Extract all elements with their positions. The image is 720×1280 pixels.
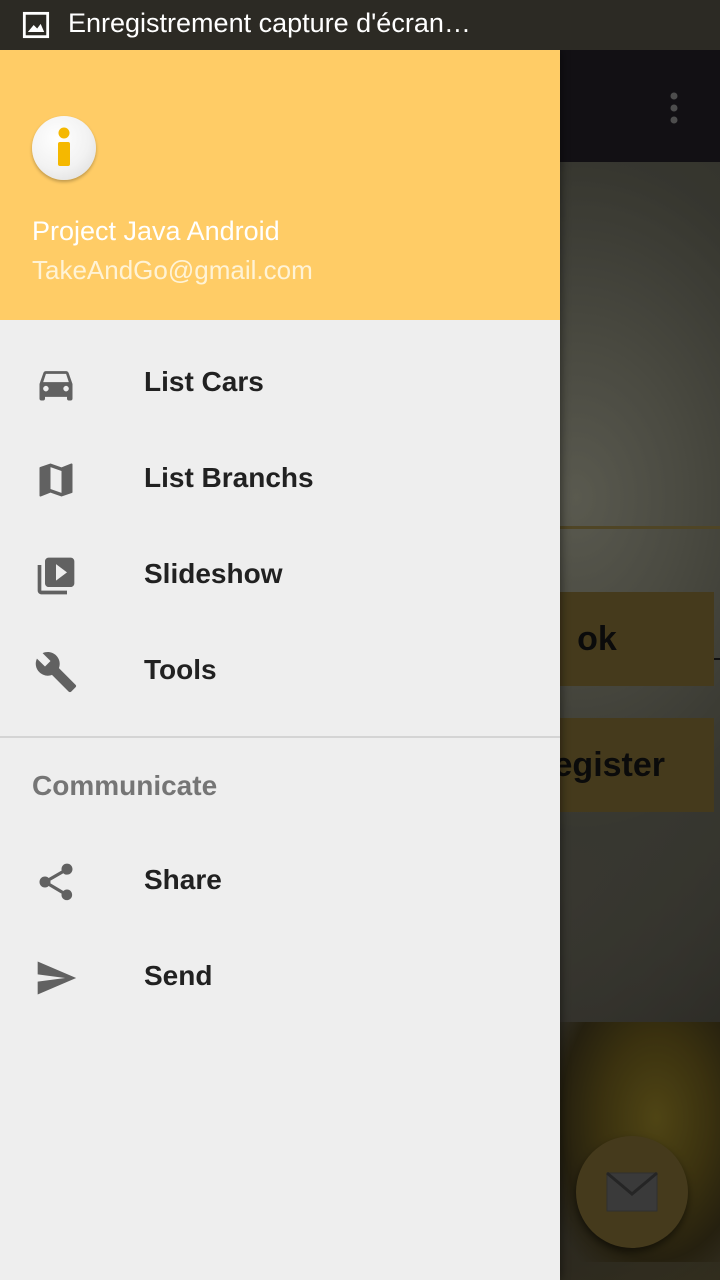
menu-item-label: Slideshow [144, 558, 283, 589]
menu-item-tools[interactable]: Tools [0, 624, 560, 720]
image-icon [22, 11, 50, 39]
menu-item-label: Share [144, 864, 222, 895]
menu-item-share[interactable]: Share [0, 834, 560, 930]
section-title-communicate: Communicate [32, 770, 218, 801]
info-icon [58, 127, 70, 166]
header-email: TakeAndGo@gmail.com [32, 255, 313, 285]
share-icon [39, 863, 73, 901]
menu-item-list-branchs[interactable]: List Branchs [0, 432, 560, 528]
car-icon [39, 371, 73, 401]
send-icon [37, 961, 77, 995]
navigation-drawer: Project Java Android TakeAndGo@gmail.com… [0, 50, 560, 1280]
wrench-icon [35, 652, 77, 693]
menu-item-slideshow[interactable]: Slideshow [0, 528, 560, 624]
status-bar: Enregistrement capture d'écran… [0, 0, 720, 50]
menu-item-label: List Branchs [144, 462, 314, 493]
menu-item-label: List Cars [144, 366, 264, 397]
menu-divider [0, 736, 560, 738]
notification-text: Enregistrement capture d'écran… [68, 8, 471, 38]
menu-item-label: Tools [144, 654, 217, 685]
menu-item-send[interactable]: Send [0, 930, 560, 1026]
header-title: Project Java Android [32, 216, 280, 246]
header-avatar [32, 116, 96, 180]
slideshow-icon [37, 557, 75, 595]
menu-item-label: Send [144, 960, 213, 991]
drawer-scrim[interactable] [560, 50, 720, 1280]
drawer-header: Project Java Android TakeAndGo@gmail.com [0, 50, 560, 320]
map-icon [39, 463, 73, 497]
menu-item-list-cars[interactable]: List Cars [0, 336, 560, 432]
